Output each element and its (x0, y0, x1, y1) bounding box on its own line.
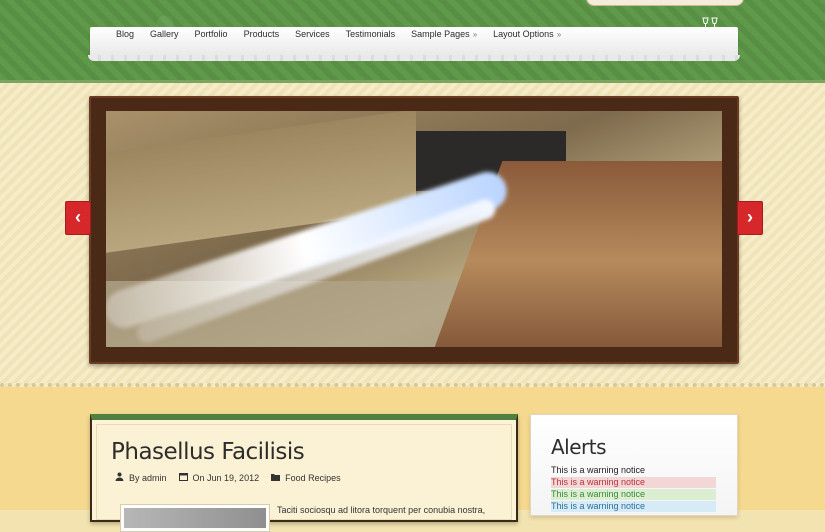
post-date: On Jun 19, 2012 (192, 472, 260, 483)
nav-item-services[interactable]: Services (287, 27, 338, 41)
nav-item-gallery[interactable]: Gallery (142, 27, 187, 41)
alert-notice-error: This is a warning notice (551, 477, 716, 488)
content-area: Phasellus Facilisis By admin On Jun 19, … (0, 387, 825, 532)
post-excerpt: Taciti sociosqu ad litora torquent per c… (277, 505, 486, 515)
nav-item-testimonials[interactable]: Testimonials (338, 27, 404, 41)
alert-notice-info: This is a warning notice (551, 501, 716, 512)
blog-post: Phasellus Facilisis By admin On Jun 19, … (90, 414, 518, 532)
post-author[interactable]: By admin (129, 473, 167, 483)
post-thumbnail[interactable] (120, 504, 270, 532)
post-category[interactable]: Food Recipes (285, 473, 341, 483)
folder-icon (271, 472, 281, 483)
user-icon (115, 472, 124, 483)
slide-image[interactable] (106, 111, 722, 347)
post-meta: By admin On Jun 19, 2012 Food Recipes (115, 472, 341, 483)
nav-item-sample-pages[interactable]: Sample Pages» (403, 27, 485, 41)
slider-next-button[interactable]: › (737, 201, 763, 235)
calendar-icon (178, 472, 188, 483)
chevron-left-icon: ‹ (75, 207, 81, 227)
main-navigation: Blog Gallery Portfolio Products Services… (88, 27, 740, 61)
alert-notice-default: This is a warning notice (551, 465, 646, 475)
submenu-arrow-icon: » (556, 30, 562, 39)
post-title[interactable]: Phasellus Facilisis (111, 439, 305, 465)
nav-item-portfolio[interactable]: Portfolio (187, 27, 236, 41)
alert-notice-success: This is a warning notice (551, 489, 716, 500)
nav-item-layout-options[interactable]: Layout Options» (485, 27, 569, 41)
site-header: Blog Gallery Portfolio Products Services… (0, 0, 825, 83)
wine-glasses-icon (701, 17, 719, 36)
slider-prev-button[interactable]: ‹ (65, 201, 91, 235)
nav-item-blog[interactable]: Blog (108, 27, 142, 41)
nav-item-products[interactable]: Products (236, 27, 288, 41)
submenu-arrow-icon: » (472, 30, 478, 39)
slide-frame (89, 96, 739, 364)
header-search-box[interactable] (586, 0, 744, 6)
widget-title: Alerts (551, 435, 607, 459)
sidebar-widget: Alerts This is a warning notice This is … (530, 414, 738, 516)
chevron-right-icon: › (747, 207, 753, 227)
featured-slider: ‹ › (0, 83, 825, 387)
